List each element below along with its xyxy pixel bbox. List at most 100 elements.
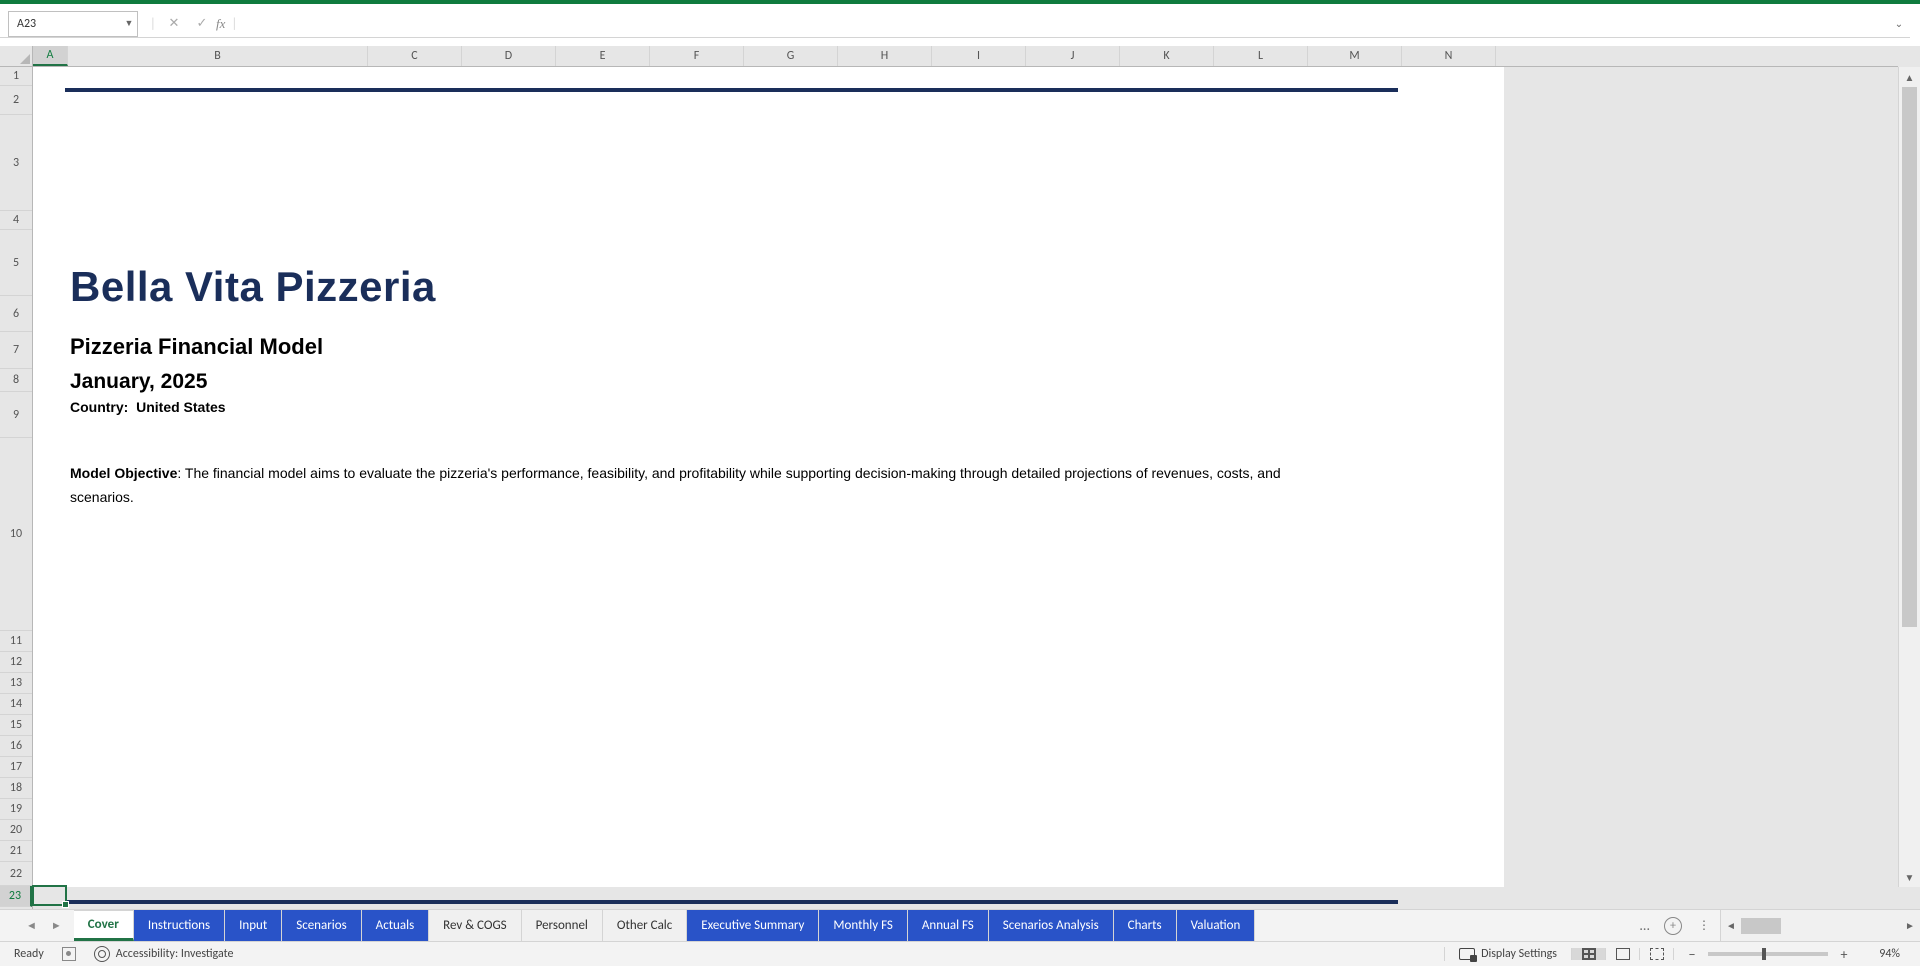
- accept-formula-button[interactable]: ✓: [188, 11, 216, 37]
- sheet-tab-executive-summary[interactable]: Executive Summary: [686, 910, 819, 941]
- grid-view-icon: [1582, 948, 1596, 960]
- app-top-border: [0, 0, 1920, 4]
- select-all-corner[interactable]: [0, 46, 33, 67]
- row-header-22[interactable]: 22: [0, 862, 32, 886]
- accessibility-label: Accessibility: Investigate: [116, 947, 234, 961]
- fill-handle[interactable]: [62, 901, 69, 908]
- formula-bar: A23 ▼ │ ✕ ✓ fx │ ⌄: [0, 10, 1910, 38]
- sheet-tab-instructions[interactable]: Instructions: [133, 910, 225, 941]
- sheet-tab-monthly-fs[interactable]: Monthly FS: [818, 910, 907, 941]
- column-header-F[interactable]: F: [650, 46, 744, 66]
- country-line: Country: United States: [70, 399, 226, 415]
- column-header-I[interactable]: I: [932, 46, 1026, 66]
- sheet-tab-valuation[interactable]: Valuation: [1176, 910, 1256, 941]
- sheet-tab-cover[interactable]: Cover: [74, 910, 134, 941]
- row-header-6[interactable]: 6: [0, 296, 32, 332]
- scroll-up-icon[interactable]: ▲: [1899, 67, 1920, 87]
- view-page-break-button[interactable]: [1640, 948, 1674, 960]
- ellipsis-icon: ...: [1639, 917, 1650, 934]
- cancel-formula-button[interactable]: ✕: [160, 11, 188, 37]
- sheet-tab-other-calc[interactable]: Other Calc: [602, 910, 687, 941]
- sheet-tab-input[interactable]: Input: [224, 910, 282, 941]
- formula-input[interactable]: [237, 11, 1888, 37]
- row-header-1[interactable]: 1: [0, 67, 32, 86]
- sheet-tab-strip: ◄ ► CoverInstructionsInputScenariosActua…: [0, 909, 1920, 941]
- scroll-right-icon[interactable]: ►: [1900, 919, 1920, 932]
- column-header-B[interactable]: B: [68, 46, 368, 66]
- formula-bar-expand-icon[interactable]: ⌄: [1888, 17, 1910, 30]
- row-header-15[interactable]: 15: [0, 715, 32, 736]
- tab-nav-prev-icon[interactable]: ◄: [26, 919, 37, 932]
- row-header-7[interactable]: 7: [0, 332, 32, 369]
- objective-text: : The financial model aims to evaluate t…: [70, 465, 1281, 505]
- sheet-tab-actuals[interactable]: Actuals: [361, 910, 430, 941]
- display-settings-button[interactable]: Display Settings: [1444, 947, 1571, 961]
- zoom-in-button[interactable]: +: [1836, 946, 1852, 963]
- zoom-slider-thumb[interactable]: [1762, 948, 1766, 960]
- column-header-E[interactable]: E: [556, 46, 650, 66]
- row-header-21[interactable]: 21: [0, 841, 32, 862]
- zoom-value[interactable]: 94%: [1860, 947, 1900, 961]
- row-header-2[interactable]: 2: [0, 86, 32, 115]
- row-header-10[interactable]: 10: [0, 438, 32, 631]
- objective-label: Model Objective: [70, 465, 177, 481]
- row-header-3[interactable]: 3: [0, 115, 32, 211]
- sheet-tab-scenarios-analysis[interactable]: Scenarios Analysis: [988, 910, 1114, 941]
- row-header-12[interactable]: 12: [0, 652, 32, 673]
- row-header-17[interactable]: 17: [0, 757, 32, 778]
- cells-viewport[interactable]: Bella Vita Pizzeria Pizzeria Financial M…: [33, 67, 1898, 887]
- accessibility-status[interactable]: Accessibility: Investigate: [94, 946, 234, 962]
- column-header-K[interactable]: K: [1120, 46, 1214, 66]
- scroll-down-icon[interactable]: ▼: [1899, 867, 1920, 887]
- name-box[interactable]: A23 ▼: [8, 11, 138, 37]
- row-header-8[interactable]: 8: [0, 369, 32, 392]
- row-header-19[interactable]: 19: [0, 799, 32, 820]
- macro-record-icon[interactable]: [62, 947, 76, 961]
- row-header-4[interactable]: 4: [0, 211, 32, 230]
- status-right: Display Settings − + 94%: [1444, 946, 1920, 963]
- zoom-out-button[interactable]: −: [1684, 946, 1700, 963]
- column-header-A[interactable]: A: [33, 46, 68, 66]
- sheet-tab-personnel[interactable]: Personnel: [521, 910, 603, 941]
- row-header-13[interactable]: 13: [0, 673, 32, 694]
- horizontal-scrollbar[interactable]: ◄ ►: [1720, 910, 1920, 941]
- tab-nav-next-icon[interactable]: ►: [51, 919, 62, 932]
- view-page-layout-button[interactable]: [1606, 948, 1640, 960]
- row-header-23[interactable]: 23: [0, 886, 32, 907]
- row-header-9[interactable]: 9: [0, 392, 32, 438]
- row-header-11[interactable]: 11: [0, 631, 32, 652]
- row-header-20[interactable]: 20: [0, 820, 32, 841]
- row-headers: 1234567891011121314151617181920212223: [0, 67, 33, 909]
- sheet-tab-scenarios[interactable]: Scenarios: [281, 910, 361, 941]
- hscroll-track[interactable]: [1741, 918, 1900, 934]
- row-header-18[interactable]: 18: [0, 778, 32, 799]
- model-objective: Model Objective: The financial model aim…: [70, 461, 1340, 509]
- row-header-16[interactable]: 16: [0, 736, 32, 757]
- tabs-overflow-button[interactable]: ...: [1631, 910, 1658, 941]
- name-box-dropdown-icon[interactable]: ▼: [121, 18, 137, 29]
- new-sheet-button[interactable]: +: [1658, 910, 1688, 941]
- column-header-L[interactable]: L: [1214, 46, 1308, 66]
- zoom-slider[interactable]: [1708, 952, 1828, 956]
- column-header-G[interactable]: G: [744, 46, 838, 66]
- page-layout-icon: [1616, 948, 1630, 960]
- view-normal-button[interactable]: [1572, 948, 1606, 960]
- column-header-C[interactable]: C: [368, 46, 462, 66]
- column-header-J[interactable]: J: [1026, 46, 1120, 66]
- tab-strip-options[interactable]: ⋮: [1688, 910, 1720, 941]
- sheet-tab-rev-cogs[interactable]: Rev & COGS: [428, 910, 521, 941]
- column-header-D[interactable]: D: [462, 46, 556, 66]
- sheet-tab-annual-fs[interactable]: Annual FS: [907, 910, 989, 941]
- scroll-left-icon[interactable]: ◄: [1721, 919, 1741, 932]
- vertical-scroll-thumb[interactable]: [1902, 87, 1917, 627]
- column-header-H[interactable]: H: [838, 46, 932, 66]
- column-header-N[interactable]: N: [1402, 46, 1496, 66]
- row-header-5[interactable]: 5: [0, 230, 32, 296]
- row-header-14[interactable]: 14: [0, 694, 32, 715]
- x-icon: ✕: [169, 16, 180, 31]
- hscroll-thumb[interactable]: [1741, 918, 1781, 934]
- sheet-tab-charts[interactable]: Charts: [1113, 910, 1177, 941]
- column-header-M[interactable]: M: [1308, 46, 1402, 66]
- vertical-scrollbar[interactable]: ▲ ▼: [1898, 67, 1920, 887]
- fx-label[interactable]: fx: [216, 16, 231, 32]
